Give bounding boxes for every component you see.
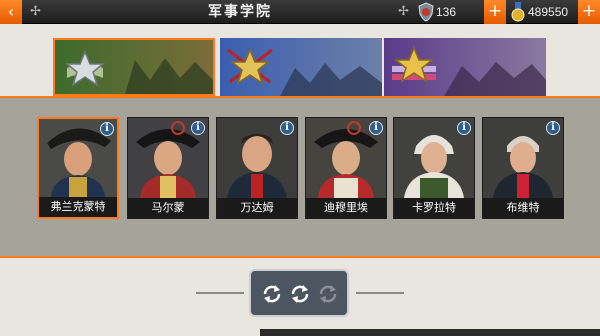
info-button[interactable]: i [100,122,114,136]
title-right-ornament: ✢ [398,4,409,19]
general-name: 万达姆 [217,198,297,218]
tab-purple-rank[interactable] [384,38,546,96]
general-card[interactable]: i 卡罗拉特 [393,117,475,219]
info-button[interactable]: i [280,121,294,135]
medal-count: 136 [436,5,457,19]
add-medal-button[interactable]: + [484,0,506,24]
general-card[interactable]: i 万达姆 [216,117,298,219]
shield-medal-icon [418,2,434,22]
add-gold-button[interactable]: + [578,0,600,24]
tab-green-rank[interactable] [53,38,215,96]
gold-count: 489550 [528,5,569,19]
refresh-center-button[interactable] [289,283,311,305]
refresh-icon [319,285,337,303]
left-ornament-line [196,292,244,294]
general-card[interactable]: i 迪穆里埃 [305,117,387,219]
info-button[interactable]: i [369,121,383,135]
gold-medal-icon [511,2,525,22]
general-card[interactable]: i 弗兰克蒙特 [37,117,119,219]
general-name: 卡罗拉特 [394,198,474,218]
right-ornament-line [356,292,404,294]
refresh-icon [263,285,281,303]
general-card[interactable]: i 布维特 [482,117,564,219]
general-name: 迪穆里埃 [306,198,386,218]
page-title: 军事学院 [208,4,272,20]
info-button[interactable]: i [457,121,471,135]
general-name: 弗兰克蒙特 [39,197,117,217]
tab-blue-rank[interactable] [220,38,382,96]
info-button[interactable]: i [546,121,560,135]
general-name: 布维特 [483,198,563,218]
refresh-disabled-button[interactable] [317,283,339,305]
footer-bar [260,329,600,336]
refresh-icon [291,285,309,303]
refresh-controls [249,269,349,317]
title-left-ornament: ✢ [30,4,41,19]
top-bar: ‹ ✢ 军事学院 ✢ 136 + 489550 + [0,0,600,24]
general-card[interactable]: i 马尔蒙 [127,117,209,219]
back-button[interactable]: ‹ [0,0,22,24]
general-name: 马尔蒙 [128,198,208,218]
info-button[interactable]: i [191,121,205,135]
back-arrow-icon: ‹ [7,2,15,21]
refresh-left-button[interactable] [261,283,283,305]
